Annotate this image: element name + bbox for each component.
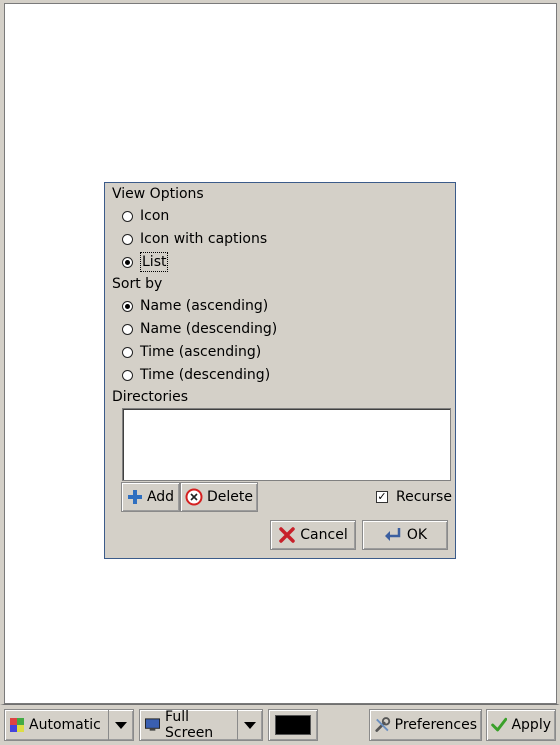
apply-label: Apply <box>511 717 551 733</box>
chevron-down-icon <box>115 721 127 729</box>
color-swatch <box>275 715 311 735</box>
view-list-radio[interactable]: List <box>122 252 169 272</box>
radio-indicator <box>122 369 133 381</box>
recurse-label: Recurse <box>396 489 452 505</box>
add-directory-button[interactable]: Add <box>121 482 180 512</box>
view-list-label: List <box>140 252 169 272</box>
sort-by-heading: Sort by <box>112 276 163 292</box>
radio-indicator-selected <box>122 256 133 268</box>
checkmark-icon <box>491 717 508 732</box>
apply-button[interactable]: Apply <box>486 709 556 741</box>
view-icon-captions-label: Icon with captions <box>140 231 268 247</box>
sort-time-desc-radio[interactable]: Time (descending) <box>122 365 270 385</box>
delete-directory-button[interactable]: Delete <box>180 482 258 512</box>
recurse-checkbox[interactable]: ✓ Recurse <box>376 488 452 506</box>
sort-name-desc-label: Name (descending) <box>140 321 278 337</box>
mode-dropdown-button[interactable] <box>108 710 133 740</box>
tools-icon <box>375 717 391 732</box>
screen-combo-value: Full Screen <box>165 709 214 741</box>
sort-name-desc-radio[interactable]: Name (descending) <box>122 319 277 339</box>
view-options-heading: View Options <box>112 186 204 202</box>
display-mode-icon <box>10 718 24 732</box>
view-icon-label: Icon <box>140 208 170 224</box>
preferences-label: Preferences <box>394 717 477 733</box>
preferences-button[interactable]: Preferences <box>369 709 482 741</box>
enter-arrow-icon <box>384 528 401 541</box>
cancel-x-icon <box>279 527 296 543</box>
delete-label: Delete <box>207 489 253 505</box>
sort-name-asc-label: Name (ascending) <box>140 298 269 314</box>
radio-indicator <box>122 323 133 335</box>
radio-indicator-selected <box>122 300 133 312</box>
radio-indicator <box>122 233 133 245</box>
ok-button[interactable]: OK <box>362 520 448 550</box>
cancel-button[interactable]: Cancel <box>270 520 356 550</box>
delete-circle-icon <box>185 488 203 506</box>
screen-dropdown-button[interactable] <box>237 710 262 740</box>
view-icon-captions-radio[interactable]: Icon with captions <box>122 229 267 249</box>
screen-combo-value-wrap: Full Screen <box>140 709 237 741</box>
directories-heading: Directories <box>112 389 189 405</box>
mode-combo-value-wrap: Automatic <box>5 717 108 733</box>
checkbox-indicator: ✓ <box>376 490 388 503</box>
ok-label: OK <box>406 527 428 543</box>
mode-combo-value: Automatic <box>29 717 101 733</box>
cancel-label: Cancel <box>300 527 348 543</box>
mode-combo[interactable]: Automatic <box>4 709 134 741</box>
radio-indicator <box>122 346 133 358</box>
chevron-down-icon <box>244 721 256 729</box>
add-label: Add <box>146 489 175 505</box>
screen-combo[interactable]: Full Screen <box>139 709 263 741</box>
options-dialog: View Options Icon Icon with captions Lis… <box>104 182 456 559</box>
sort-time-asc-radio[interactable]: Time (ascending) <box>122 342 261 362</box>
plus-icon <box>127 490 142 504</box>
monitor-icon <box>145 718 161 731</box>
view-icon-radio[interactable]: Icon <box>122 206 169 226</box>
sort-time-asc-label: Time (ascending) <box>140 344 262 360</box>
radio-indicator <box>122 210 133 222</box>
bottom-toolbar: Automatic Full Screen Preferences Apply <box>0 705 560 745</box>
sort-name-asc-radio[interactable]: Name (ascending) <box>122 296 268 316</box>
sort-time-desc-label: Time (descending) <box>140 367 271 383</box>
directories-list[interactable] <box>122 408 451 481</box>
color-picker-button[interactable] <box>268 709 318 741</box>
